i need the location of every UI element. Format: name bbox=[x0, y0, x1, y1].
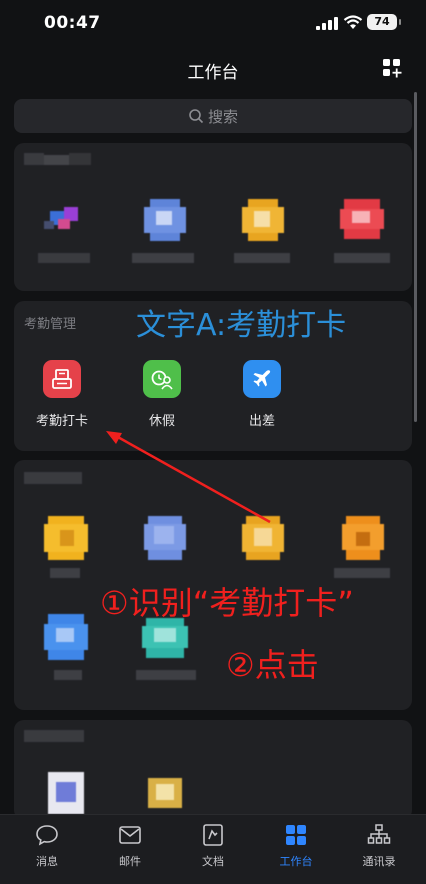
annotation-arrow bbox=[106, 431, 271, 524]
document-icon bbox=[203, 824, 223, 846]
tab-mail[interactable]: 邮件 bbox=[95, 821, 165, 869]
tab-messages-label: 消息 bbox=[36, 855, 58, 868]
tab-workbench-label: 工作台 bbox=[279, 855, 313, 868]
tab-contacts[interactable]: 通讯录 bbox=[344, 821, 414, 869]
tab-contacts-label: 通讯录 bbox=[362, 855, 396, 868]
tab-documents-label: 文档 bbox=[202, 855, 224, 868]
contacts-icon bbox=[367, 824, 391, 844]
mail-icon bbox=[119, 826, 141, 844]
workbench-icon bbox=[286, 825, 306, 845]
tab-documents[interactable]: 文档 bbox=[178, 821, 248, 869]
tab-workbench[interactable]: 工作台 bbox=[261, 821, 331, 869]
message-icon bbox=[36, 825, 58, 846]
tab-bar: 消息 邮件 文档 工作台 通讯录 bbox=[0, 814, 426, 884]
tab-mail-label: 邮件 bbox=[119, 855, 141, 868]
tab-messages[interactable]: 消息 bbox=[12, 821, 82, 869]
